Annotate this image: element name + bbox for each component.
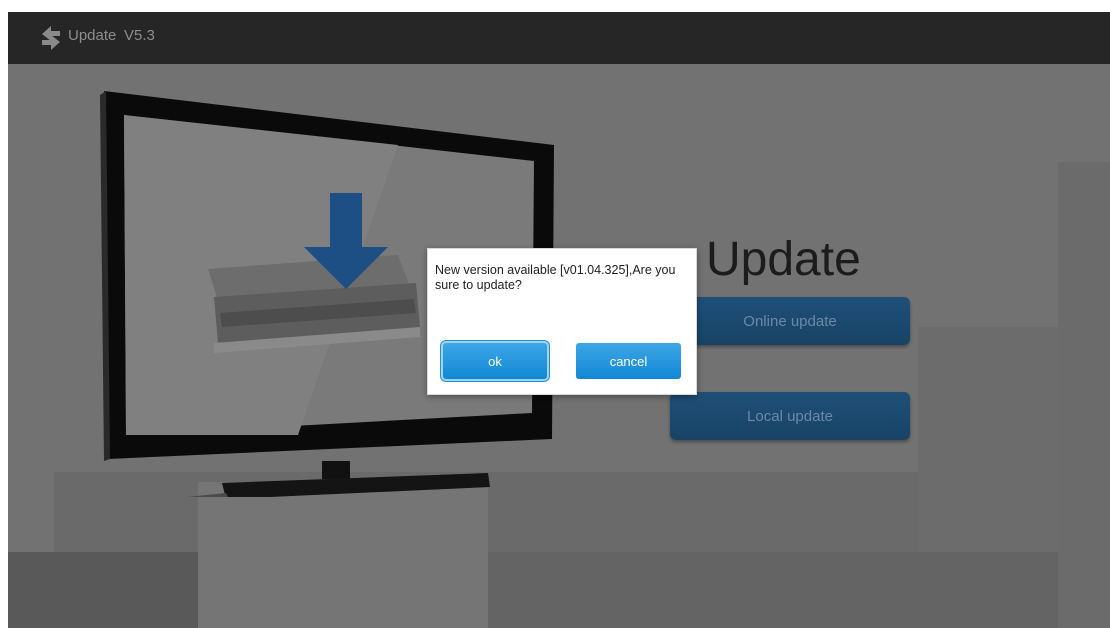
background-panel [198, 482, 488, 628]
title-bar: Update V5.3 [8, 12, 1110, 64]
background-panel [918, 327, 1058, 552]
app-version: V5.3 [124, 27, 155, 44]
ok-button[interactable]: ok [443, 343, 547, 379]
sync-arrows-icon [42, 26, 60, 50]
background-panel [1058, 162, 1110, 628]
cancel-button[interactable]: cancel [576, 343, 681, 379]
background-panel [488, 552, 1058, 628]
app-screen: Update V5.3 Update Online update Local u… [8, 12, 1110, 628]
local-update-button[interactable]: Local update [670, 392, 910, 440]
page-heading: Update [706, 233, 861, 286]
dialog-message: New version available [v01.04.325],Are y… [435, 263, 676, 292]
app-title: Update [68, 27, 117, 44]
update-confirm-dialog: New version available [v01.04.325],Are y… [427, 248, 697, 395]
background-panel [8, 552, 198, 628]
online-update-button[interactable]: Online update [670, 297, 910, 345]
